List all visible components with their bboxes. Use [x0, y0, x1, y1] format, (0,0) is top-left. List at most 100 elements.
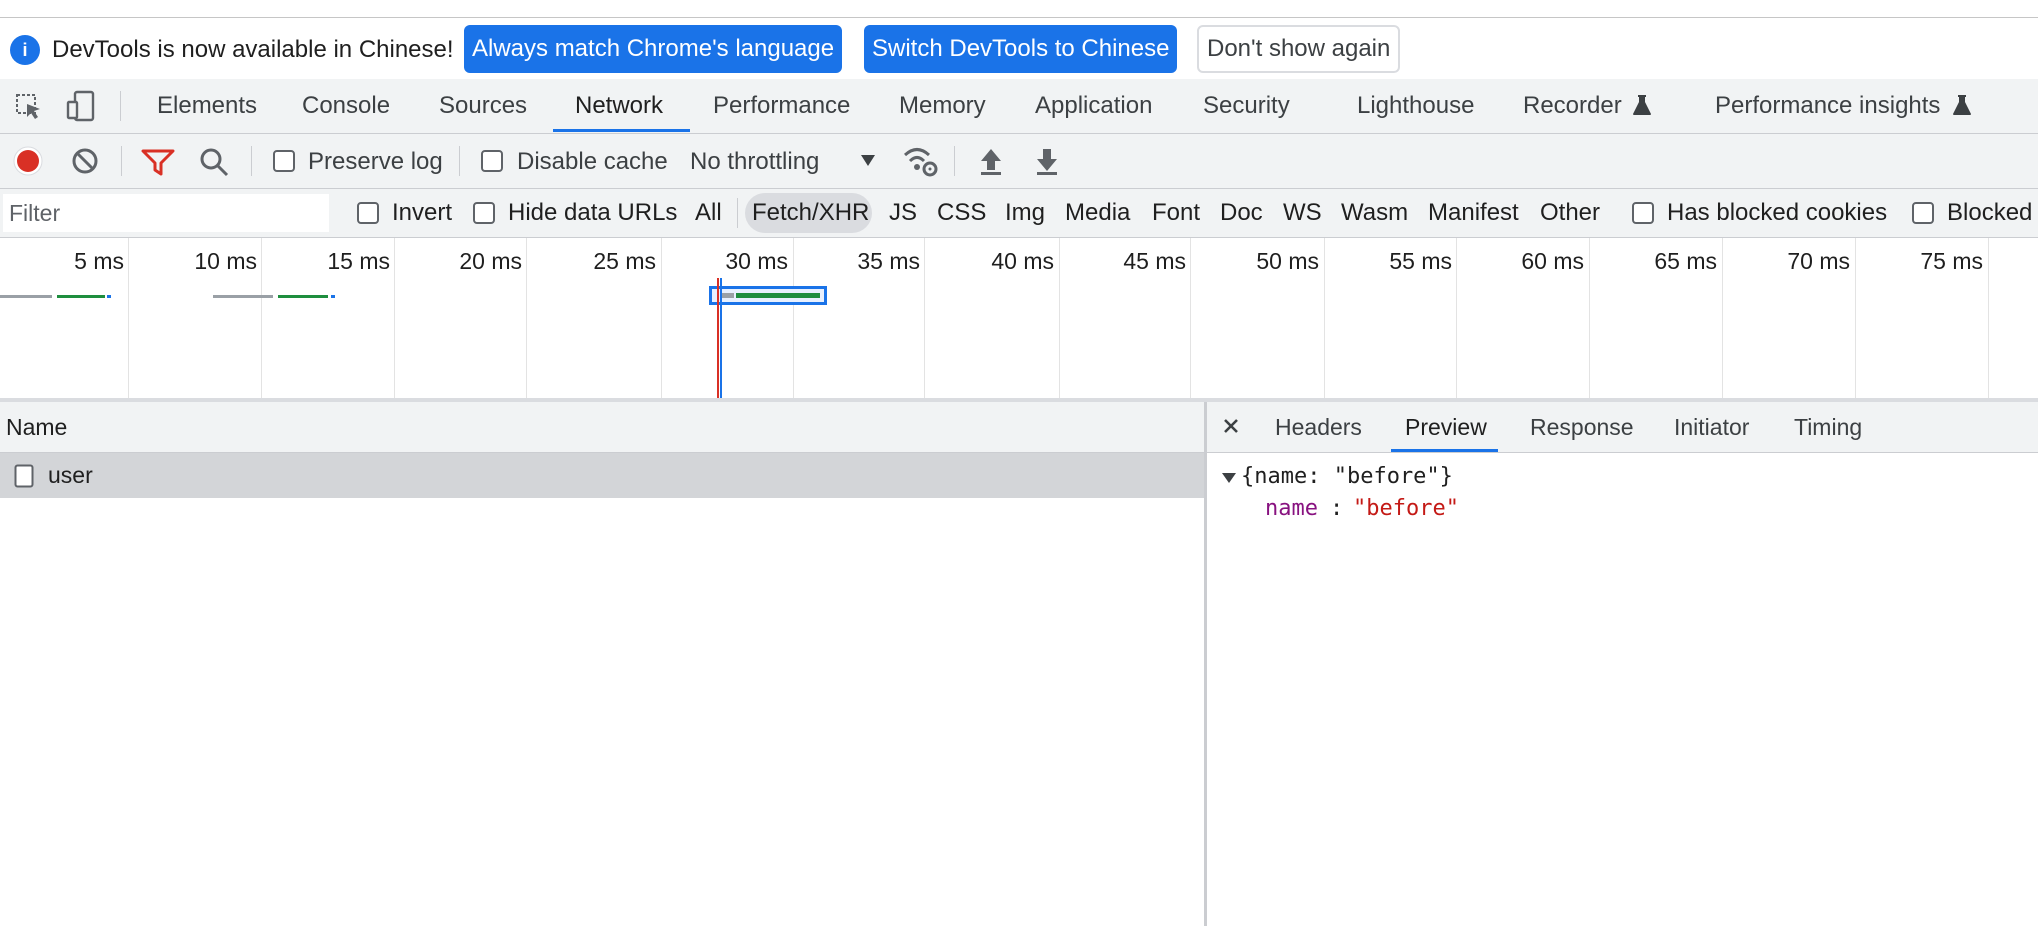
expand-triangle-icon[interactable]	[1221, 472, 1237, 484]
tab-elements[interactable]: Elements	[157, 79, 257, 133]
info-icon: i	[10, 35, 40, 65]
overview-tick-label: 70 ms	[1787, 248, 1850, 274]
filter-type-all[interactable]: All	[695, 189, 722, 237]
disable-cache-label: Disable cache	[517, 148, 668, 175]
tab-preview[interactable]: Preview	[1405, 402, 1487, 452]
experimental-flask-icon	[1952, 94, 1972, 116]
filter-type-css[interactable]: CSS	[937, 189, 986, 237]
tab-performance-insights[interactable]: Performance insights	[1715, 79, 1940, 133]
dont-show-again-button[interactable]: Don't show again	[1197, 25, 1401, 73]
request-list-panel: Name user	[0, 402, 1207, 926]
tab-application[interactable]: Application	[1035, 79, 1152, 133]
overview-waiting-bar	[213, 295, 273, 298]
name-column-header[interactable]: Name	[0, 402, 1204, 453]
search-icon[interactable]	[199, 147, 229, 177]
tab-network[interactable]: Network	[575, 79, 663, 133]
tab-sources[interactable]: Sources	[439, 79, 527, 133]
overview-selected-request[interactable]	[709, 286, 827, 305]
overview-grid-line	[128, 238, 129, 398]
overview-waiting-bar	[0, 295, 52, 298]
filter-type-img[interactable]: Img	[1005, 189, 1045, 237]
always-match-language-button[interactable]: Always match Chrome's language	[464, 25, 843, 73]
overview-finish-mark	[107, 295, 111, 298]
overview-grid-line	[1988, 238, 1989, 398]
tab-lighthouse[interactable]: Lighthouse	[1357, 79, 1474, 133]
active-tab-indicator	[553, 129, 690, 132]
language-infobar: i DevTools is now available in Chinese! …	[0, 17, 2038, 81]
overview-grid-line	[661, 238, 662, 398]
hide-data-urls-checkbox[interactable]	[473, 202, 495, 224]
filter-icon[interactable]	[141, 148, 175, 176]
json-object-summary[interactable]: {name: "before"}	[1241, 464, 1453, 489]
network-overview[interactable]: 5 ms 10 ms 15 ms 20 ms 25 ms 30 ms 35 ms…	[0, 238, 2038, 402]
tab-performance[interactable]: Performance	[713, 79, 850, 133]
close-icon[interactable]	[1222, 417, 1240, 435]
overview-grid-line	[526, 238, 527, 398]
network-conditions-icon[interactable]	[902, 144, 938, 178]
overview-grid-line	[394, 238, 395, 398]
tab-response[interactable]: Response	[1530, 402, 1634, 452]
filter-type-ws[interactable]: WS	[1283, 189, 1322, 237]
filter-type-wasm[interactable]: Wasm	[1341, 189, 1408, 237]
tab-memory[interactable]: Memory	[899, 79, 986, 133]
json-string-value: "before"	[1353, 496, 1459, 521]
table-row[interactable]: user	[0, 453, 1204, 498]
filter-type-media[interactable]: Media	[1065, 189, 1130, 237]
filter-type-fetch-xhr[interactable]: Fetch/XHR	[752, 189, 869, 237]
hide-data-urls-label: Hide data URLs	[508, 199, 678, 226]
filter-input[interactable]	[3, 194, 329, 232]
blocked-requests-checkbox[interactable]	[1912, 202, 1934, 224]
preserve-log-checkbox[interactable]	[273, 150, 295, 172]
main-tab-bar: Elements Console Sources Network Perform…	[0, 79, 2038, 134]
filter-type-js[interactable]: JS	[889, 189, 917, 237]
import-har-icon[interactable]	[978, 146, 1004, 176]
overview-grid-line	[793, 238, 794, 398]
invert-checkbox[interactable]	[357, 202, 379, 224]
preserve-log-label: Preserve log	[308, 148, 443, 175]
tab-timing[interactable]: Timing	[1794, 402, 1862, 452]
throttling-select[interactable]: No throttling	[690, 148, 819, 176]
record-icon[interactable]	[13, 146, 43, 176]
chevron-down-icon[interactable]	[860, 153, 876, 167]
dom-content-loaded-marker	[720, 278, 722, 398]
tab-console[interactable]: Console	[302, 79, 390, 133]
overview-tick-label: 75 ms	[1920, 248, 1983, 274]
switch-to-chinese-button[interactable]: Switch DevTools to Chinese	[864, 25, 1178, 73]
overview-tick-label: 60 ms	[1521, 248, 1584, 274]
details-tab-bar: Headers Preview Response Initiator Timin…	[1207, 402, 2038, 453]
clear-icon[interactable]	[70, 146, 100, 176]
overview-grid-line	[1589, 238, 1590, 398]
toolbar-separator	[954, 146, 955, 176]
disable-cache-checkbox[interactable]	[481, 150, 503, 172]
export-har-icon[interactable]	[1034, 146, 1060, 176]
filter-type-other[interactable]: Other	[1540, 189, 1600, 237]
overview-waiting-bar	[720, 293, 734, 298]
request-details-panel: Headers Preview Response Initiator Timin…	[1207, 402, 2038, 926]
inspect-element-icon[interactable]	[14, 92, 44, 122]
overview-grid-line	[261, 238, 262, 398]
overview-download-bar	[736, 293, 820, 298]
tab-initiator[interactable]: Initiator	[1674, 402, 1749, 452]
request-name: user	[48, 462, 93, 488]
name-column-label: Name	[6, 414, 68, 440]
filter-bar: Invert Hide data URLs All Fetch/XHR JS C…	[0, 189, 2038, 238]
toolbar-separator	[251, 146, 252, 176]
tab-headers[interactable]: Headers	[1275, 402, 1362, 452]
overview-finish-mark	[331, 295, 335, 298]
toolbar-separator	[121, 146, 122, 176]
blocked-requests-label: Blocked	[1947, 199, 2033, 226]
has-blocked-cookies-checkbox[interactable]	[1632, 202, 1654, 224]
overview-download-bar	[57, 295, 105, 298]
infobar-message: DevTools is now available in Chinese!	[52, 36, 454, 63]
tab-recorder[interactable]: Recorder	[1523, 79, 1622, 133]
toolbar-separator	[737, 198, 738, 228]
filter-type-doc[interactable]: Doc	[1220, 189, 1263, 237]
document-icon	[14, 464, 34, 488]
device-toolbar-icon[interactable]	[66, 90, 96, 122]
overview-tick-label: 20 ms	[459, 248, 522, 274]
tab-security[interactable]: Security	[1203, 79, 1290, 133]
overview-grid-line	[1059, 238, 1060, 398]
overview-grid-line	[1456, 238, 1457, 398]
filter-type-font[interactable]: Font	[1152, 189, 1200, 237]
filter-type-manifest[interactable]: Manifest	[1428, 189, 1519, 237]
